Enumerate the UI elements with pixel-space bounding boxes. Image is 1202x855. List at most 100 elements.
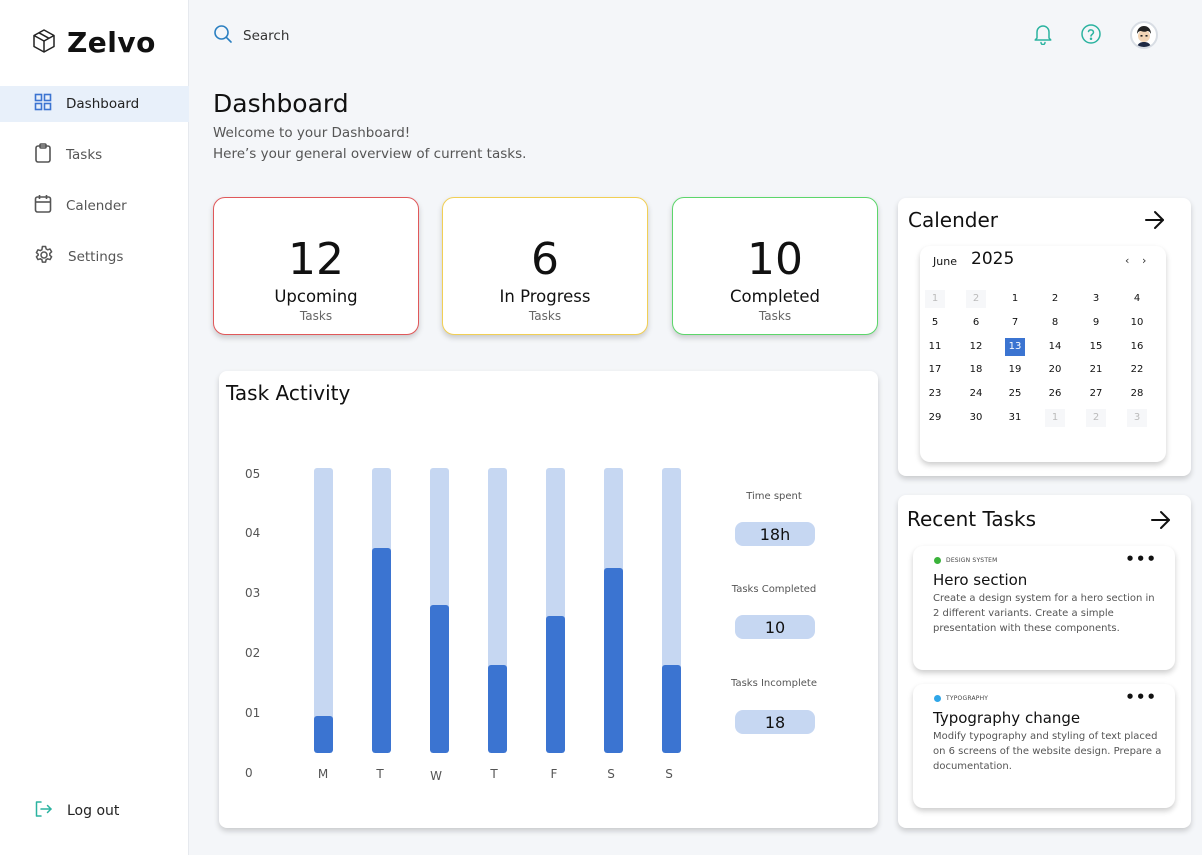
avatar-image [1137, 26, 1151, 47]
task-card-typography-change[interactable]: TYPOGRAPHY ••• Typography change Modify … [913, 684, 1175, 808]
logo[interactable]: Zelvo [31, 26, 156, 59]
calendar-day[interactable]: 1 [925, 290, 945, 308]
calendar-day[interactable]: 29 [925, 409, 945, 427]
x-tick-label: W [430, 769, 442, 783]
task-tag: DESIGN SYSTEM [934, 557, 998, 564]
calendar-day[interactable]: 1 [1045, 409, 1065, 427]
search-icon[interactable] [213, 24, 233, 48]
calendar-day[interactable]: 6 [966, 314, 986, 332]
stat-card-completed[interactable]: 10 Completed Tasks [672, 197, 878, 335]
calendar-day[interactable]: 11 [925, 338, 945, 356]
calendar-day[interactable]: 28 [1127, 385, 1147, 403]
calendar-day[interactable]: 2 [966, 290, 986, 308]
help-icon[interactable] [1079, 22, 1103, 46]
calendar-day[interactable]: 17 [925, 361, 945, 379]
calendar-day[interactable]: 26 [1045, 385, 1065, 403]
task-tag-label: DESIGN SYSTEM [946, 557, 998, 564]
calendar-day[interactable]: 23 [925, 385, 945, 403]
sidebar-item-label: Calender [66, 198, 127, 214]
calendar-open-arrow-icon[interactable] [1144, 209, 1168, 233]
task-card-hero-section[interactable]: DESIGN SYSTEM ••• Hero section Create a … [913, 546, 1175, 670]
calendar-day[interactable]: 2 [1045, 290, 1065, 308]
calendar-prev-button[interactable]: ‹ [1125, 254, 1129, 267]
bar[interactable] [372, 547, 391, 753]
bar[interactable] [488, 664, 507, 753]
calendar-day[interactable]: 8 [1045, 314, 1065, 332]
bell-icon[interactable] [1031, 22, 1055, 46]
y-tick-label: 0 [245, 766, 253, 780]
x-tick-label: T [376, 767, 384, 781]
calendar-day[interactable]: 1 [1005, 290, 1025, 308]
bar[interactable] [314, 715, 333, 753]
metric-label-tasks-incomplete: Tasks Incomplete [731, 678, 817, 689]
task-menu-icon[interactable]: ••• [1125, 688, 1157, 706]
task-menu-icon[interactable]: ••• [1125, 550, 1157, 568]
metric-label-tasks-completed: Tasks Completed [731, 584, 817, 595]
calendar-day[interactable]: 2 [1086, 409, 1106, 427]
calendar-day[interactable]: 19 [1005, 361, 1025, 379]
grid-icon [34, 93, 52, 115]
calendar-day[interactable]: 13 [1005, 338, 1025, 356]
search-input[interactable] [243, 28, 443, 44]
bar[interactable] [604, 567, 623, 753]
sidebar-item-dashboard[interactable]: Dashboard [0, 86, 189, 122]
metric-value-tasks-incomplete: 18 [735, 710, 815, 734]
task-description: Modify typography and styling of text pl… [933, 731, 1162, 772]
calendar-day[interactable]: 7 [1005, 314, 1025, 332]
calendar-day[interactable]: 25 [1005, 385, 1025, 403]
calendar-day[interactable]: 14 [1045, 338, 1065, 356]
sidebar-item-tasks[interactable]: Tasks [0, 137, 189, 173]
stat-value: 10 [747, 234, 803, 285]
calendar-day[interactable]: 15 [1086, 338, 1106, 356]
calendar-day[interactable]: 12 [966, 338, 986, 356]
calendar-day[interactable]: 5 [925, 314, 945, 332]
calendar-day[interactable]: 18 [966, 361, 986, 379]
cube-logo-icon [31, 28, 57, 58]
stat-card-upcoming[interactable]: 12 Upcoming Tasks [213, 197, 419, 335]
y-tick-label: 02 [245, 646, 261, 660]
bar[interactable] [546, 616, 565, 753]
logout-label: Log out [67, 803, 120, 819]
bar-track [546, 468, 565, 753]
calendar-day[interactable]: 16 [1127, 338, 1147, 356]
calendar-day[interactable]: 31 [1005, 409, 1025, 427]
calendar-day[interactable]: 30 [966, 409, 986, 427]
stat-sublabel: Tasks [299, 309, 333, 323]
x-tick-label: S [607, 767, 615, 781]
avatar[interactable] [1130, 21, 1158, 49]
tag-dot-icon [934, 557, 941, 564]
metric-value-tasks-completed: 10 [735, 615, 815, 639]
calendar-day[interactable]: 21 [1086, 361, 1106, 379]
gear-icon [34, 245, 54, 269]
calendar-next-button[interactable]: › [1142, 254, 1146, 267]
y-tick-label: 05 [245, 467, 261, 481]
calendar-day[interactable]: 24 [966, 385, 986, 403]
metric-label-time-spent: Time spent [746, 491, 802, 502]
bar[interactable] [430, 604, 449, 753]
calendar-day[interactable]: 22 [1127, 361, 1147, 379]
calendar-day[interactable]: 9 [1086, 314, 1106, 332]
bar-track [662, 468, 681, 753]
stat-label: Completed [730, 287, 820, 306]
stat-card-in-progress[interactable]: 6 In Progress Tasks [442, 197, 648, 335]
sidebar-item-label: Tasks [66, 147, 103, 163]
sidebar-item-calender[interactable]: Calender [0, 188, 189, 224]
calendar-day[interactable]: 27 [1086, 385, 1106, 403]
bar[interactable] [662, 664, 681, 753]
task-activity-title: Task Activity [226, 381, 351, 405]
y-tick-label: 04 [245, 526, 261, 540]
task-title: Typography change [933, 709, 1081, 727]
y-tick-label: 01 [245, 706, 261, 720]
bar-track [430, 468, 449, 753]
calendar-day[interactable]: 10 [1127, 314, 1147, 332]
calendar-day[interactable]: 4 [1127, 290, 1147, 308]
calendar-day[interactable]: 20 [1045, 361, 1065, 379]
x-tick-label: F [550, 767, 558, 781]
sidebar: Zelvo Dashboard Tasks Calender Settings … [0, 0, 189, 855]
logout-button[interactable]: Log out [34, 800, 119, 822]
calendar-day[interactable]: 3 [1086, 290, 1106, 308]
bar-track [604, 468, 623, 753]
recent-tasks-open-arrow-icon[interactable] [1150, 509, 1174, 533]
calendar-day[interactable]: 3 [1127, 409, 1147, 427]
sidebar-item-settings[interactable]: Settings [0, 239, 189, 275]
